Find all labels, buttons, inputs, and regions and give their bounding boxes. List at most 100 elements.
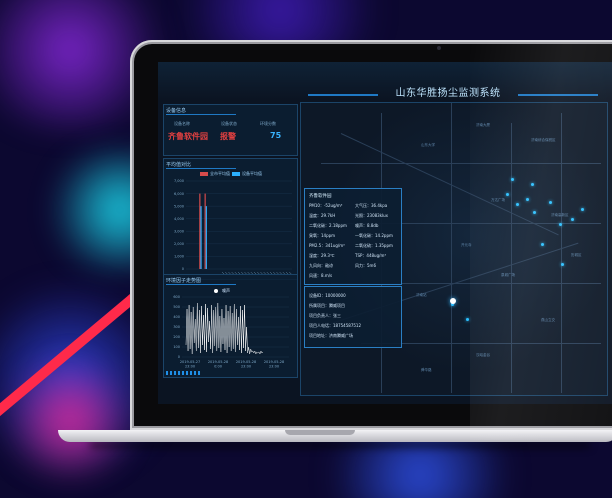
title-decor-line — [518, 94, 598, 96]
y-tick-label: 5,000 — [174, 204, 184, 208]
line-chart: 60050040030020010002019-05-2723:002019-0… — [173, 295, 289, 369]
bar — [200, 206, 202, 269]
x-tick-label: 2019-05-28 — [208, 360, 228, 364]
device-name-value: 齐鲁软件园 — [168, 132, 208, 141]
popup-reading: 大气压：36.4kpa — [355, 203, 388, 208]
bar — [204, 193, 206, 269]
y-tick-label: 600 — [173, 295, 180, 299]
device-name-label: 设备名称 — [174, 121, 190, 126]
station-popup: 齐鲁软件园 PM10：-52ug/m³ 大气压：36.4kpa 温度：29.7kH 光… — [304, 188, 402, 285]
bar — [199, 193, 201, 269]
map-pin-icon[interactable] — [516, 203, 519, 206]
map-label: 万达广场 — [491, 198, 505, 202]
popup-reading: 湿度：29.3℃ — [309, 253, 335, 258]
map-pin-icon[interactable] — [511, 178, 514, 181]
panel-heading-line — [166, 114, 236, 115]
y-tick-label: 4,000 — [174, 217, 184, 221]
trend-panel: 环境因子走势图 噪声 600 500 400 300 200 100 0 2019-05-27… — [163, 274, 298, 378]
env-score-value: 75 — [270, 131, 282, 140]
map-pin-icon[interactable] — [466, 318, 469, 321]
map-label: 历城区 — [571, 253, 582, 257]
x-tick-label: 23:00 — [269, 365, 279, 369]
title-decor-line — [308, 94, 378, 96]
y-tick-label: 0 — [178, 355, 180, 359]
x-tick-label: 2019-05-28 — [236, 360, 256, 364]
map-pin-icon[interactable] — [561, 263, 564, 266]
map-pin-icon[interactable] — [526, 198, 529, 201]
popup-reading: 二氧化碳：2.18ppm — [309, 223, 347, 228]
page-title: 山东华胜扬尘监测系统 — [395, 88, 501, 99]
y-tick-label: 2,000 — [174, 242, 184, 246]
device-status-value: 报警 — [220, 132, 236, 141]
bar-chart: 7,000 6,000 5,000 4,000 3,000 2,000 1,000 0 — [174, 179, 292, 275]
x-tick-label: 2019-05-28 — [264, 360, 284, 364]
average-comparison-panel: 平均值对比 全市平均值 设备平均值 7,000 6,000 5,000 4,000 3,… — [163, 158, 298, 280]
bar — [205, 206, 207, 269]
map-label: 泉城广场 — [501, 273, 515, 277]
device-detail: 项目负责人：张三 — [309, 313, 341, 318]
y-tick-label: 6,000 — [174, 192, 184, 196]
map-pin-icon[interactable] — [581, 208, 584, 211]
map-label: 济南高新区 — [551, 213, 569, 217]
y-tick-label: 400 — [173, 315, 180, 319]
map-label: 开元寺 — [461, 243, 472, 247]
map-pin-icon[interactable] — [531, 183, 534, 186]
popup-reading: 臭氧：14ppm — [309, 233, 336, 238]
device-popup: 设备ID：10000000 所属项目：腾威项目 项目负责人：张三项目人电话：1875… — [304, 286, 402, 348]
map-pin-icon[interactable] — [541, 243, 544, 246]
panel-heading: 设备信息 — [166, 108, 187, 114]
device-info-panel: 设备信息 设备名称 设备状态 环境分数 齐鲁软件园 报警 75 — [163, 104, 298, 156]
map-pin-icon[interactable] — [506, 193, 509, 196]
device-detail: 所属项目：腾威项目 — [309, 303, 345, 308]
y-tick-label: 200 — [173, 335, 180, 339]
map-label: 山东大学 — [421, 143, 435, 147]
map-label: 汉峪金谷 — [476, 353, 490, 357]
popup-reading: PM10：-52ug/m³ — [309, 203, 343, 208]
panel-hatch-decor — [166, 371, 202, 375]
x-tick-label: 23:00 — [241, 365, 251, 369]
popup-reading: PM2.5：341ug/m³ — [309, 243, 345, 248]
x-tick-label: 2019-05-27 — [180, 360, 200, 364]
popup-reading: 温度：29.7kH — [309, 213, 336, 218]
y-tick-label: 1,000 — [174, 255, 184, 259]
color-splash — [0, 360, 140, 480]
popup-reading: 噪声：8.8db — [355, 223, 379, 228]
laptop-shadow — [90, 442, 590, 448]
popup-reading: 光照：23083klux — [355, 213, 389, 218]
x-tick-label: 0:00 — [214, 365, 222, 369]
env-score-label: 环境分数 — [260, 121, 276, 126]
map-label: 舜华路 — [421, 368, 432, 372]
x-tick-label: 23:00 — [185, 365, 195, 369]
popup-reading: 风力：5m6 — [355, 263, 376, 268]
map-pin-icon[interactable] — [571, 218, 574, 221]
popup-reading: 一氧化碳：14.2ppm — [355, 233, 393, 238]
y-tick-label: 3,000 — [174, 229, 184, 233]
device-detail: 项目人电话：18754587512 — [309, 323, 361, 328]
map-label: 燕山立交 — [541, 318, 555, 322]
y-tick-label: 7,000 — [174, 179, 184, 183]
map-label: 济南站 — [416, 293, 427, 297]
y-tick-label: 300 — [173, 325, 180, 329]
camera-icon — [437, 46, 441, 50]
y-tick-label: 100 — [173, 345, 180, 349]
map-pin-icon[interactable] — [549, 201, 552, 204]
dashboard-screen: 山东华胜扬尘监测系统 设备信息 设备名称 设备状态 环境分数 齐鲁软件园 报警 … — [158, 62, 612, 404]
device-status-label: 设备状态 — [221, 121, 237, 126]
popup-reading: 二氧化硫：1.35ppm — [355, 243, 393, 248]
popup-reading: 风速：8.m/s — [309, 273, 333, 278]
y-tick-label: 0 — [182, 267, 184, 271]
header-bar: 山东华胜扬尘监测系统 — [158, 62, 612, 100]
map-pin-icon[interactable] — [559, 223, 562, 226]
map-label: 济南综合保税区 — [531, 138, 556, 142]
map-label: 济南大厦 — [476, 123, 490, 127]
popup-title: 齐鲁软件园 — [309, 194, 332, 199]
device-detail: 设备ID：10000000 — [309, 293, 346, 298]
device-detail: 项目地址：济南腾威广场 — [309, 333, 353, 338]
noise-series-line — [185, 302, 264, 355]
popup-reading: TSP：448ug/m³ — [355, 253, 386, 258]
laptop-notch — [285, 430, 355, 435]
y-tick-label: 500 — [173, 305, 180, 309]
location-marker[interactable] — [450, 298, 456, 304]
popup-reading: 九风向：敌谅 — [309, 263, 333, 268]
map-pin-icon[interactable] — [533, 211, 536, 214]
